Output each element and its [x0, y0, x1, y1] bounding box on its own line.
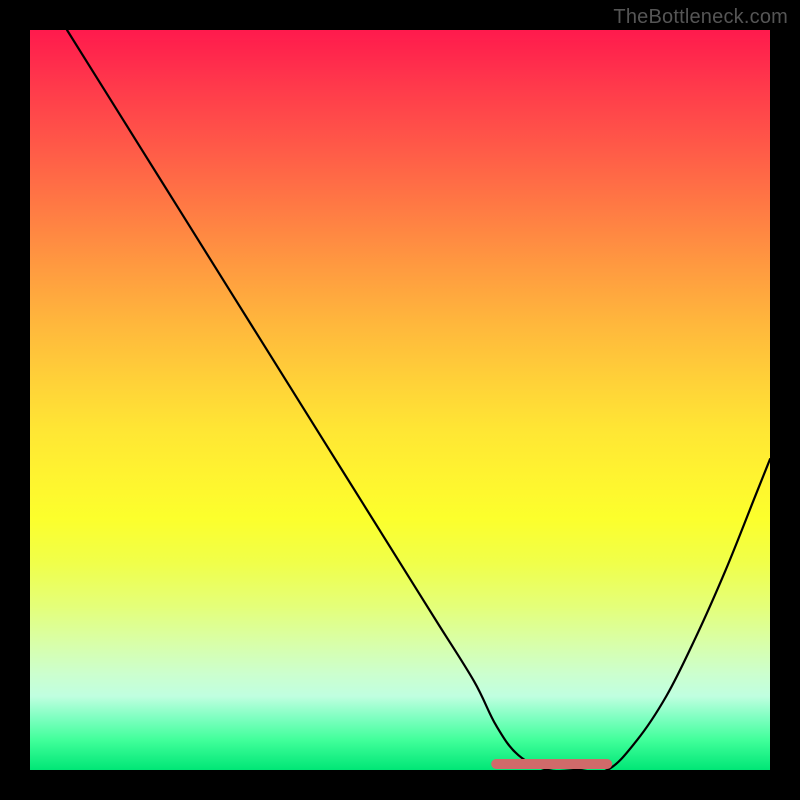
plot-area [30, 30, 770, 770]
chart-frame: TheBottleneck.com [0, 0, 800, 800]
bottleneck-curve-path [67, 30, 770, 772]
curve-layer [30, 30, 770, 770]
watermark-text: TheBottleneck.com [613, 6, 788, 29]
